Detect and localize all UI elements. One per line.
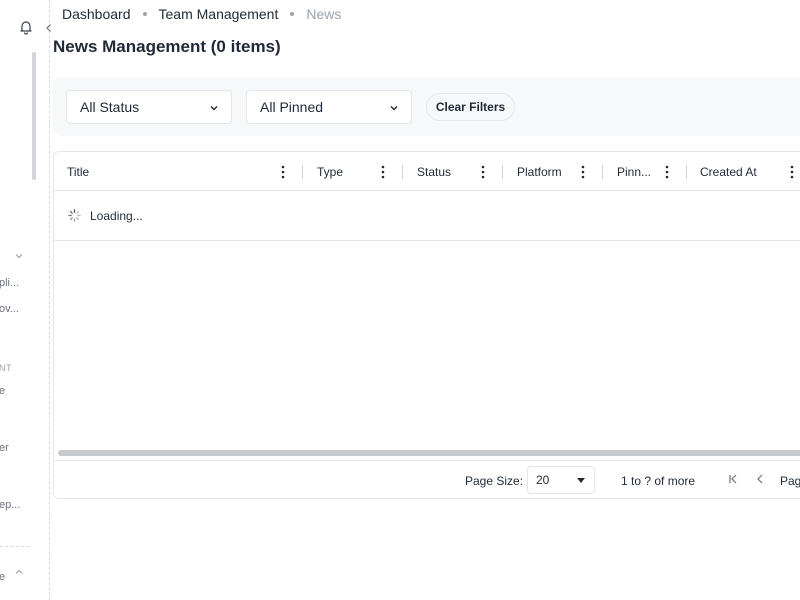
breadcrumb-separator (142, 12, 147, 16)
breadcrumb-current: News (306, 6, 342, 22)
horizontal-scrollbar[interactable] (58, 450, 800, 456)
caret-down-icon (577, 478, 585, 483)
page-size-select[interactable]: 20 (527, 466, 595, 494)
status-filter-select[interactable]: All Status (66, 90, 232, 124)
bell-icon[interactable] (18, 19, 34, 35)
chevron-down-icon (210, 106, 218, 111)
sidebar-item-label[interactable]: e (0, 385, 5, 397)
sidebar-item-label[interactable]: er (0, 442, 9, 454)
column-menu-icon[interactable] (481, 165, 485, 179)
pinned-filter-value: All Pinned (260, 99, 324, 115)
page-size-value: 20 (536, 473, 550, 487)
column-menu-icon[interactable] (790, 165, 794, 179)
filter-bar: All Status All Pinned Clear Filters (53, 77, 800, 136)
column-menu-icon[interactable] (665, 165, 669, 179)
breadcrumb-dashboard[interactable]: Dashboard (62, 6, 131, 22)
collapse-sidebar-icon[interactable] (42, 21, 56, 35)
column-separator[interactable] (602, 165, 603, 179)
column-menu-icon[interactable] (581, 165, 585, 179)
app-root: pli... ov... NT e er ep... e Dashboard T… (0, 0, 800, 600)
clear-filters-button[interactable]: Clear Filters (426, 93, 515, 121)
sidebar-item-label[interactable]: pli... (0, 277, 19, 289)
column-header-type[interactable]: Type (317, 152, 343, 191)
breadcrumb-team-management[interactable]: Team Management (159, 6, 279, 22)
sidebar: pli... ov... NT e er ep... e (0, 0, 50, 600)
status-filter-value: All Status (80, 99, 140, 115)
column-separator[interactable] (402, 165, 403, 179)
sidebar-divider (0, 546, 30, 547)
pagination-divider (54, 460, 800, 461)
spinner-icon (68, 209, 81, 222)
sidebar-item-label[interactable]: ov... (0, 303, 19, 315)
column-separator[interactable] (686, 165, 687, 179)
breadcrumb-separator (290, 12, 295, 16)
loading-text: Loading... (90, 208, 143, 223)
previous-page-icon[interactable] (753, 472, 767, 486)
chevron-down-icon[interactable] (13, 250, 25, 262)
sidebar-user-label[interactable]: e (0, 571, 5, 583)
loading-overlay: Loading... (54, 191, 800, 241)
sidebar-item-label[interactable]: ep... (0, 499, 20, 511)
column-menu-icon[interactable] (381, 165, 385, 179)
sidebar-section-heading: NT (0, 363, 12, 373)
page-indicator: Pag (780, 474, 800, 488)
chevron-down-icon (390, 106, 398, 111)
column-header-created-at[interactable]: Created At (700, 152, 757, 191)
pinned-filter-select[interactable]: All Pinned (246, 90, 412, 124)
row-range-summary: 1 to ? of more (621, 474, 696, 488)
chevron-up-icon[interactable] (13, 566, 25, 578)
page-title: News Management (0 items) (53, 37, 281, 56)
column-header-platform[interactable]: Platform (517, 152, 562, 191)
column-header-status[interactable]: Status (417, 152, 451, 191)
column-separator[interactable] (502, 165, 503, 179)
grid-header: Title Type Status Platform Pinn... Creat… (54, 152, 800, 191)
column-header-title[interactable]: Title (67, 152, 89, 191)
page-size-label: Page Size: (465, 474, 524, 488)
column-header-pinned[interactable]: Pinn... (617, 152, 651, 191)
column-separator[interactable] (302, 165, 303, 179)
breadcrumb: Dashboard Team Management News (62, 5, 341, 23)
sidebar-scrollbar[interactable] (32, 52, 36, 180)
news-data-grid: Title Type Status Platform Pinn... Creat… (53, 151, 800, 499)
column-menu-icon[interactable] (281, 165, 285, 179)
first-page-icon[interactable] (726, 472, 740, 486)
